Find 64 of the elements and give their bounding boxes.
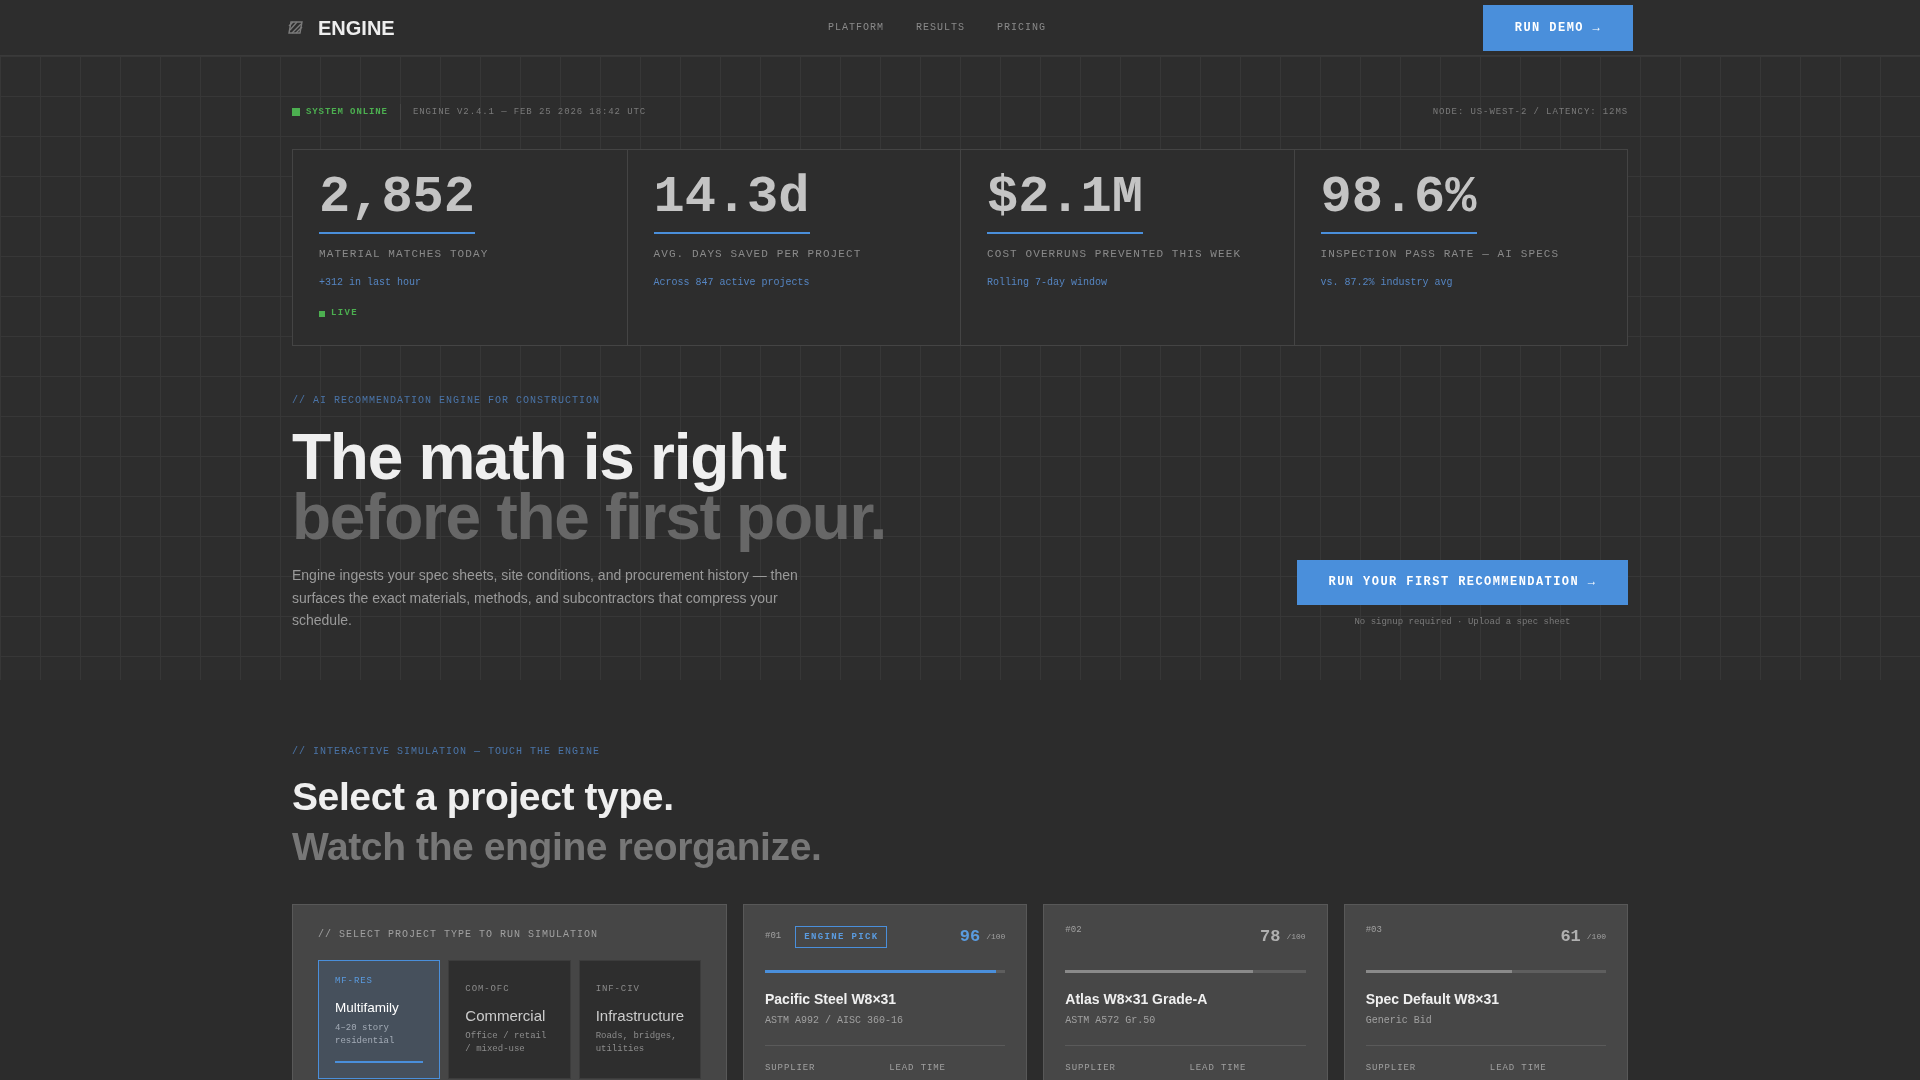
product-name: Atlas W8×31 Grade-A	[1065, 989, 1209, 1008]
engine-pick-badge: ENGINE PICK	[795, 925, 888, 948]
field-label: SUPPLIER	[765, 1061, 817, 1074]
stat-value: $2.1M	[987, 172, 1144, 234]
live-indicator: LIVE	[331, 308, 358, 319]
product-spec: ASTM A992 / AISC 360-16	[765, 1013, 905, 1027]
project-type-tile[interactable]: COM-OFC Commercial Office / retail / mixed-use	[448, 959, 571, 1079]
nav-link[interactable]: PRICING	[997, 20, 1047, 35]
product-name: Pacific Steel W8×31	[765, 989, 898, 1008]
match-score: 61	[1560, 926, 1581, 947]
rank-number: #02	[1065, 924, 1082, 936]
type-name: Infrastructure	[595, 1006, 684, 1025]
type-code: INF-CIV	[595, 982, 641, 995]
stat-label: AVG. DAYS SAVED PER PROJECT	[653, 248, 863, 261]
type-code: COM-OFC	[465, 982, 511, 995]
hero-description: Engine ingests your spec sheets, site conditions, and procurement history — then surfaces the exact materials, methods, and subcontractors that compress your schedule.	[292, 566, 799, 630]
type-name: Commercial	[465, 1006, 547, 1025]
field-label: LEAD TIME	[1489, 1061, 1548, 1074]
section-subtitle: Watch the engine reorganize.	[292, 823, 823, 870]
nav-link[interactable]: RESULTS	[916, 20, 966, 35]
type-description: 4–20 story residential	[335, 1022, 396, 1048]
type-description: Roads, bridges, utilities	[595, 1029, 678, 1056]
node-info: NODE: US-WEST-2 / LATENCY: 12MS	[1432, 106, 1628, 118]
cta-note: No signup required · Upload a spec sheet	[1354, 616, 1571, 628]
hero-eyebrow: // AI RECOMMENDATION ENGINE FOR CONSTRUCTION	[292, 395, 602, 407]
run-demo-button[interactable]: RUN DEMO →	[1483, 4, 1633, 51]
brand-name[interactable]: ENGINE	[318, 17, 395, 38]
system-status: SYSTEM ONLINE	[306, 106, 388, 118]
match-score: 78	[1260, 926, 1281, 947]
product-spec: ASTM A572 Gr.50	[1065, 1013, 1157, 1027]
stat-label: INSPECTION PASS RATE — AI SPECS	[1320, 248, 1561, 261]
logo-icon	[287, 20, 304, 35]
field-label: SUPPLIER	[1065, 1061, 1117, 1074]
section-eyebrow: // INTERACTIVE SIMULATION — TOUCH THE ENGINE	[292, 745, 602, 758]
field-label: SUPPLIER	[1365, 1061, 1418, 1074]
type-name: Multifamily	[335, 999, 400, 1017]
match-score: 96	[959, 926, 981, 947]
stat-value: 14.3d	[653, 172, 810, 234]
stat-label: MATERIAL MATCHES TODAY	[319, 248, 490, 261]
rank-number: #03	[1365, 924, 1382, 936]
score-max: /100	[986, 931, 1006, 942]
stat-note: Rolling 7-day window	[987, 277, 1109, 289]
stat-value: 2,852	[319, 172, 476, 234]
project-type-tile[interactable]: INF-CIV Infrastructure Roads, bridges, utilities	[578, 959, 701, 1079]
run-recommendation-button[interactable]: RUN YOUR FIRST RECOMMENDATION →	[1297, 559, 1628, 605]
field-label: LEAD TIME	[1189, 1061, 1248, 1074]
stat-note: +312 in last hour	[319, 277, 423, 289]
type-code: MF-RES	[335, 975, 374, 987]
stat-note: Across 847 active projects	[653, 277, 811, 289]
section-title: Select a project type.	[292, 773, 675, 820]
nav-link[interactable]: PLATFORM	[828, 20, 884, 35]
product-spec: Generic Bid	[1365, 1013, 1433, 1027]
score-max: /100	[1586, 931, 1606, 942]
build-info: ENGINE V2.4.1 — FEB 25 2026 18:42 UTC	[412, 106, 647, 118]
rank-number: #01	[765, 931, 782, 942]
field-label: LEAD TIME	[889, 1061, 947, 1074]
stat-note: vs. 87.2% industry avg	[1320, 277, 1454, 289]
project-type-tile[interactable]: MF-RES Multifamily 4–20 story residential	[318, 959, 441, 1079]
stat-label: COST OVERRUNS PREVENTED THIS WEEK	[987, 248, 1243, 261]
panel-heading: // SELECT PROJECT TYPE TO RUN SIMULATION	[318, 928, 600, 941]
stat-value: 98.6%	[1320, 172, 1477, 234]
score-max: /100	[1286, 931, 1306, 942]
type-description: Office / retail / mixed-use	[465, 1029, 548, 1056]
product-name: Spec Default W8×31	[1365, 989, 1501, 1008]
